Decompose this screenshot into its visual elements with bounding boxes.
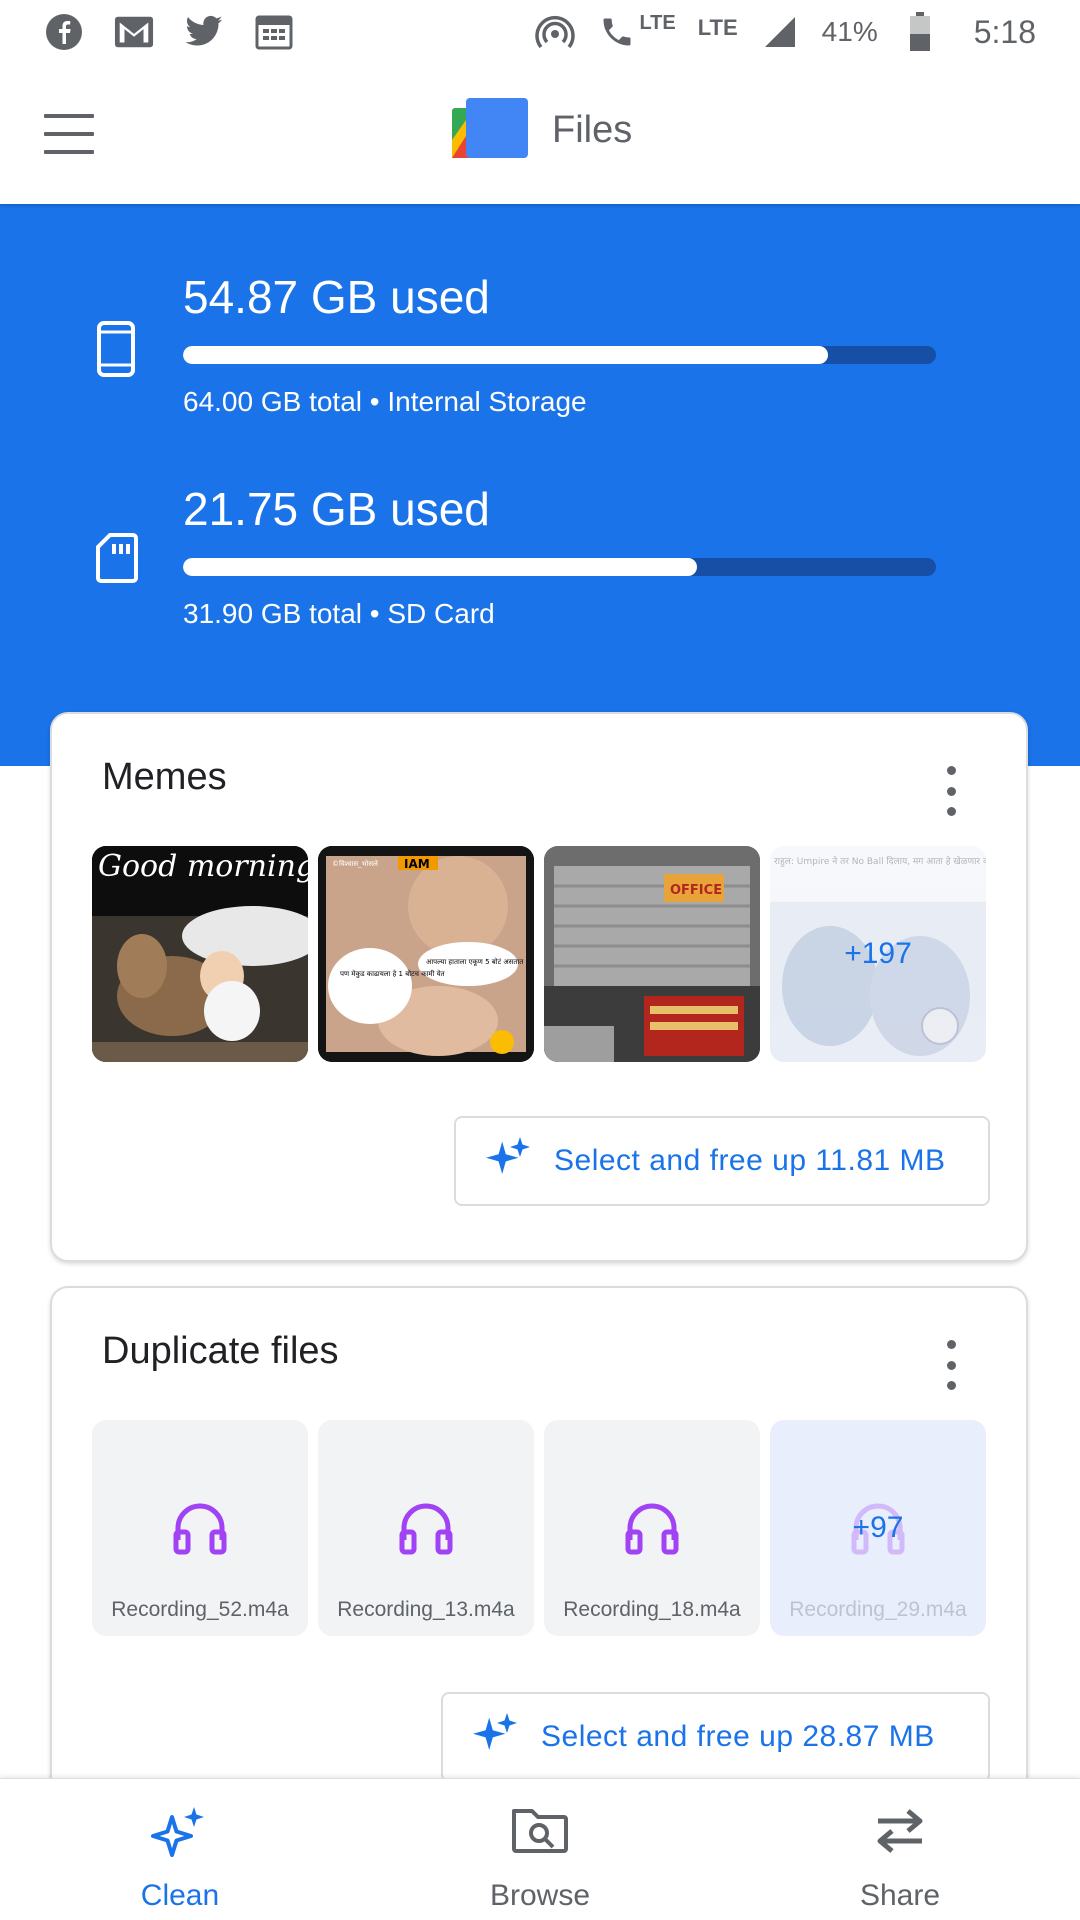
headphones-icon: [625, 1503, 679, 1555]
internal-usage-bar: [183, 346, 936, 364]
files-logo: [452, 98, 528, 162]
sd-used: 21.75 GB used: [183, 483, 490, 535]
sd-card-icon: [96, 532, 144, 596]
app-brand: Files: [452, 98, 632, 162]
memes-thumbnails: Good morning IAM ©विश्वास_भोसले पण मेकुड…: [92, 846, 986, 1062]
memes-more-options-icon[interactable]: [936, 766, 966, 816]
sd-caption: 31.90 GB total • SD Card: [183, 598, 495, 629]
internal-caption: 64.00 GB total • Internal Storage: [183, 386, 587, 417]
folder-search-icon: [512, 1809, 568, 1853]
meme-thumb-2[interactable]: IAM ©विश्वास_भोसले पण मेकुड काढायला हे 1…: [318, 846, 534, 1062]
battery-icon: [900, 12, 940, 52]
meme-thumb-1[interactable]: Good morning: [92, 846, 308, 1062]
phone-icon: [96, 320, 144, 384]
network-label-1: LTE: [639, 12, 676, 34]
meme-2-bubble-2: आपल्या हाताला एकूण 5 बोटं असतात: [426, 957, 524, 966]
meme-3-sign: OFFICE: [670, 883, 722, 898]
duplicates-free-up-button[interactable]: Select and free up 28.87 MB: [441, 1692, 990, 1782]
status-bar: LTE LTE 41% 5:18: [0, 0, 1080, 64]
calendar-icon: [254, 12, 294, 52]
file-name: Recording_13.m4a: [337, 1598, 515, 1621]
sd-usage-bar: [183, 558, 936, 576]
bottom-navigation: Clean Browse Share: [0, 1778, 1080, 1920]
nav-clean-label: Clean: [140, 1879, 220, 1912]
nav-share[interactable]: Share: [720, 1779, 1080, 1920]
duplicate-file-tile[interactable]: Recording_52.m4a: [92, 1420, 308, 1636]
meme-thumb-more[interactable]: राहुल: Umpire ने तर No Ball दिलाय, मग आत…: [770, 846, 986, 1062]
sparkle-icon: [151, 1807, 204, 1857]
hamburger-menu-icon[interactable]: [44, 114, 94, 154]
file-name: Recording_52.m4a: [111, 1598, 289, 1621]
meme-2-badge: IAM: [404, 857, 430, 871]
gmail-icon: [114, 12, 154, 52]
headphones-icon: [173, 1503, 227, 1555]
headphones-icon: [399, 1503, 453, 1555]
meme-thumb-3[interactable]: OFFICE: [544, 846, 760, 1062]
signal-icon: [760, 12, 800, 52]
memes-free-up-button[interactable]: Select and free up 11.81 MB: [454, 1116, 990, 1206]
clock: 5:18: [973, 13, 1036, 50]
nav-clean[interactable]: Clean: [0, 1779, 360, 1920]
battery-percent: 41%: [821, 16, 878, 47]
meme-1-caption: Good morning: [98, 849, 308, 884]
nav-share-label: Share: [859, 1879, 941, 1912]
duplicate-file-tile[interactable]: Recording_18.m4a: [544, 1420, 760, 1636]
sparkle-icon: [484, 1135, 532, 1188]
duplicate-file-tile[interactable]: Recording_13.m4a: [318, 1420, 534, 1636]
duplicates-free-up-label: Select and free up 28.87 MB: [541, 1720, 935, 1753]
internal-usage-fill: [183, 346, 829, 364]
duplicate-files-card: Duplicate files Recording_52.m4a Recordi…: [50, 1286, 1028, 1846]
duplicates-more-count: +97: [852, 1511, 904, 1544]
memes-card: Memes Good morning IAM ©विश्वास_भोसले पण…: [50, 712, 1028, 1262]
sparkle-icon: [471, 1711, 519, 1764]
sd-usage-fill: [183, 558, 697, 576]
volte-call-icon: [597, 12, 637, 52]
meme-2-watermark: ©विश्वास_भोसले: [332, 859, 378, 868]
duplicate-file-tiles: Recording_52.m4a Recording_13.m4a Record…: [92, 1420, 986, 1636]
facebook-icon: [44, 12, 84, 52]
memes-title: Memes: [102, 756, 227, 798]
app-bar: Files: [0, 64, 1080, 204]
memes-more-count: +197: [844, 937, 912, 970]
duplicates-more-options-icon[interactable]: [936, 1340, 966, 1390]
duplicates-title: Duplicate files: [102, 1330, 339, 1372]
hotspot-icon: [535, 12, 576, 52]
memes-free-up-label: Select and free up 11.81 MB: [554, 1144, 946, 1177]
nav-browse-label: Browse: [489, 1879, 591, 1912]
swap-arrows-icon: [877, 1809, 923, 1853]
network-label-2: LTE: [697, 15, 738, 40]
internal-used: 54.87 GB used: [183, 271, 490, 323]
twitter-icon: [184, 12, 224, 52]
meme-2-bubble-1: पण मेकुड काढायला हे 1 बोटच कामी येत: [340, 969, 446, 978]
duplicate-file-tile-more[interactable]: Recording_29.m4a +97: [770, 1420, 986, 1636]
app-title: Files: [552, 108, 633, 151]
file-name: Recording_18.m4a: [563, 1598, 741, 1621]
storage-summary: 54.87 GB used 64.00 GB total • Internal …: [0, 204, 1080, 766]
nav-browse[interactable]: Browse: [360, 1779, 720, 1920]
